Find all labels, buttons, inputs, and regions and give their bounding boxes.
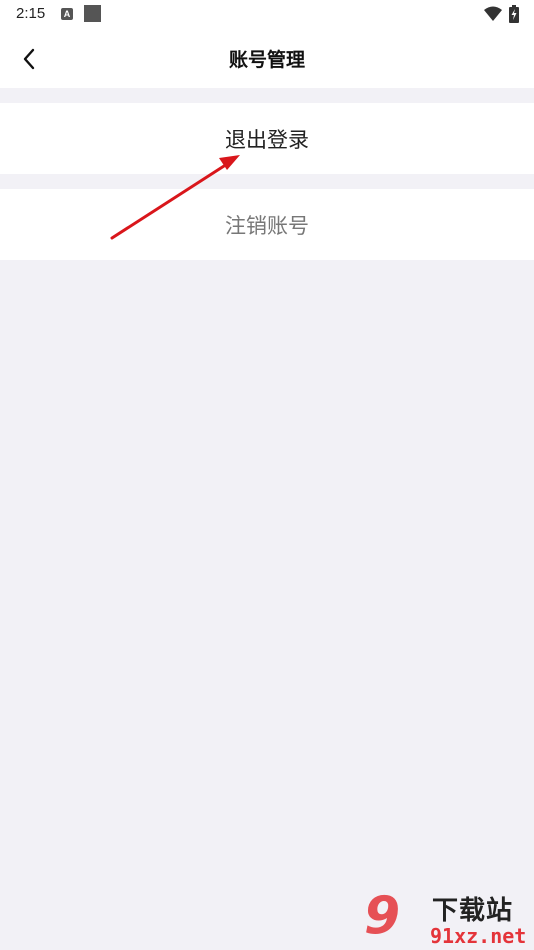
cancel-account-label: 注销账号: [225, 213, 309, 238]
wifi-icon: [484, 6, 502, 21]
app-header: 账号管理: [0, 30, 534, 88]
watermark: 9 下载站 91xz.net: [360, 884, 534, 950]
watermark-logo: 9: [364, 886, 401, 946]
status-bar: 2:15 A: [0, 0, 534, 30]
cancel-account-button[interactable]: 注销账号: [0, 189, 534, 260]
battery-icon: [509, 5, 519, 23]
notification-a-icon: A: [61, 8, 73, 20]
status-time: 2:15: [16, 5, 46, 22]
logout-label: 退出登录: [225, 127, 309, 152]
watermark-url: 91xz.net: [430, 924, 527, 948]
square-notification-icon: [84, 5, 101, 22]
logout-button[interactable]: 退出登录: [0, 103, 534, 174]
watermark-title: 下载站: [432, 896, 514, 926]
page-title: 账号管理: [228, 49, 305, 71]
